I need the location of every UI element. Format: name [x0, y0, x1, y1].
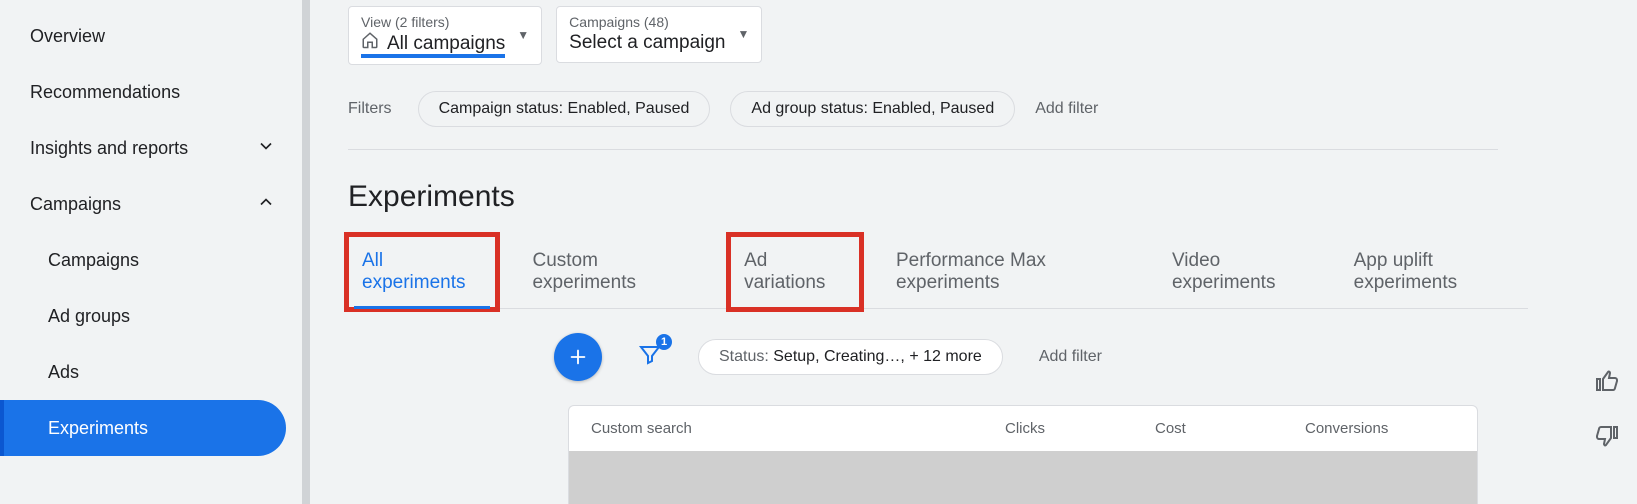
app-root: Overview Recommendations Insights and re…: [0, 0, 1637, 504]
th-clicks[interactable]: Clicks: [1005, 420, 1155, 437]
funnel-badge: 1: [656, 334, 672, 350]
tab-custom-experiments[interactable]: Custom experiments: [532, 236, 694, 308]
nav-adgroups[interactable]: Ad groups: [0, 288, 310, 344]
nav-insights[interactable]: Insights and reports: [0, 120, 310, 176]
nav-label: Ads: [48, 362, 79, 383]
nav-list: Overview Recommendations Insights and re…: [0, 0, 310, 456]
status-chip-value: Setup, Creating…, + 12 more: [773, 348, 982, 365]
th-cost[interactable]: Cost: [1155, 420, 1305, 437]
add-filter-link[interactable]: Add filter: [1035, 100, 1098, 118]
filters-row: Filters Campaign status: Enabled, Paused…: [348, 65, 1498, 150]
nav-overview[interactable]: Overview: [0, 8, 310, 64]
tab-ad-variations[interactable]: Ad variations: [730, 236, 860, 308]
nav-label: Insights and reports: [30, 138, 188, 159]
chevron-down-icon: [256, 136, 276, 161]
nav-label: Experiments: [48, 418, 148, 439]
add-experiment-button[interactable]: [554, 333, 602, 381]
feedback-buttons: [1595, 370, 1619, 452]
experiment-tabs: All experiments Custom experiments Ad va…: [348, 236, 1528, 309]
th-conversions[interactable]: Conversions: [1305, 420, 1455, 437]
tab-all-experiments[interactable]: All experiments: [348, 236, 496, 308]
tab-pmax-experiments[interactable]: Performance Max experiments: [896, 236, 1136, 308]
view-underline: [361, 54, 505, 58]
view-selector-bottom: All campaigns: [387, 32, 505, 57]
thumbs-up-button[interactable]: [1595, 370, 1619, 399]
status-chip-prefix: Status:: [719, 348, 773, 365]
th-custom-search[interactable]: Custom search: [591, 420, 1005, 437]
view-selector[interactable]: View (2 filters) All campaigns ▼: [348, 6, 542, 65]
nav-label: Campaigns: [30, 194, 121, 215]
toolbar-add-filter[interactable]: Add filter: [1039, 348, 1102, 366]
sidebar: Overview Recommendations Insights and re…: [0, 0, 310, 504]
caret-down-icon: ▼: [738, 27, 750, 41]
nav-ads[interactable]: Ads: [0, 344, 310, 400]
thumbs-down-button[interactable]: [1595, 423, 1619, 452]
filters-label: Filters: [348, 100, 398, 118]
top-selectors: View (2 filters) All campaigns ▼ Campaig…: [348, 0, 1637, 65]
tab-app-uplift-experiments[interactable]: App uplift experiments: [1354, 236, 1528, 308]
nav-experiments[interactable]: Experiments: [0, 400, 286, 456]
nav-label: Overview: [30, 26, 105, 47]
table-header-row: Custom search Clicks Cost Conversions: [569, 406, 1477, 451]
filter-chip-adgroup-status[interactable]: Ad group status: Enabled, Paused: [730, 91, 1015, 127]
nav-campaigns[interactable]: Campaigns: [0, 176, 310, 232]
table-body-placeholder: [569, 451, 1477, 504]
campaign-selector-bottom: Select a campaign: [569, 31, 725, 56]
nav-campaigns-sub[interactable]: Campaigns: [0, 232, 310, 288]
main: View (2 filters) All campaigns ▼ Campaig…: [310, 0, 1637, 504]
nav-label: Campaigns: [48, 250, 139, 271]
nav-label: Ad groups: [48, 306, 130, 327]
view-selector-top: View (2 filters): [361, 13, 505, 31]
chevron-up-icon: [256, 192, 276, 217]
campaign-selector-top: Campaigns (48): [569, 13, 725, 31]
nav-label: Recommendations: [30, 82, 180, 103]
experiments-toolbar: 1 Status: Setup, Creating…, + 12 more Ad…: [348, 309, 1637, 381]
caret-down-icon: ▼: [517, 28, 529, 42]
page-title: Experiments: [348, 150, 1637, 214]
results-table: Custom search Clicks Cost Conversions: [568, 405, 1478, 504]
nav-recommendations[interactable]: Recommendations: [0, 64, 310, 120]
status-filter-chip[interactable]: Status: Setup, Creating…, + 12 more: [698, 339, 1003, 375]
filter-chip-campaign-status[interactable]: Campaign status: Enabled, Paused: [418, 91, 711, 127]
filter-funnel-button[interactable]: 1: [638, 342, 662, 371]
campaign-selector[interactable]: Campaigns (48) Select a campaign ▼: [556, 6, 762, 63]
tab-video-experiments[interactable]: Video experiments: [1172, 236, 1318, 308]
